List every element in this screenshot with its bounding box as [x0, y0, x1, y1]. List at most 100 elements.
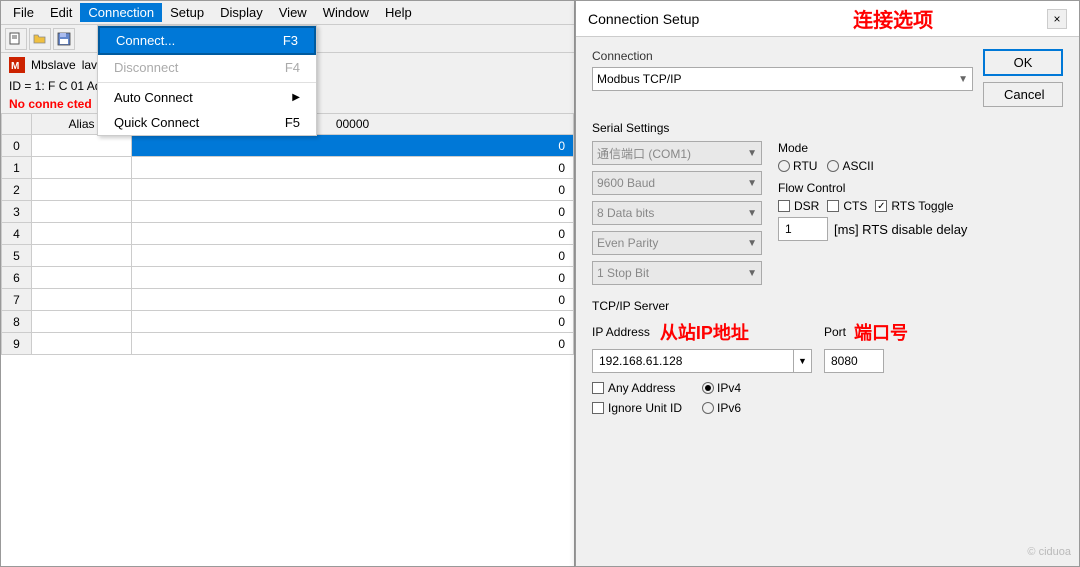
menu-quick-connect-item[interactable]: Quick Connect F5 [98, 110, 316, 135]
dsr-checkbox-item[interactable]: DSR [778, 199, 819, 213]
cts-checkbox-item[interactable]: CTS [827, 199, 867, 213]
menu-setup[interactable]: Setup [162, 3, 212, 22]
connection-section: Connection Modbus TCP/IP ▼ OK Cancel [592, 49, 1063, 107]
port-input[interactable] [824, 349, 884, 373]
table-row: 10 [2, 157, 574, 179]
ok-button[interactable]: OK [983, 49, 1063, 76]
toolbar-new[interactable] [5, 28, 27, 50]
any-address-checkbox[interactable] [592, 382, 604, 394]
annotation-ip: 从站IP地址 [660, 319, 749, 345]
data-table: Alias 00000 00102030405060708090 [1, 113, 574, 355]
value-cell[interactable]: 0 [132, 289, 574, 311]
ip-address-dropdown-btn[interactable]: ▼ [793, 350, 811, 372]
any-address-checkbox-item[interactable]: Any Address [592, 381, 682, 395]
window-app-icon: M [9, 57, 25, 73]
menu-display[interactable]: Display [212, 3, 271, 22]
alias-cell [32, 179, 132, 201]
row-number: 4 [2, 223, 32, 245]
ipv6-option[interactable]: IPv6 [702, 401, 741, 415]
ip-address-input[interactable] [593, 352, 793, 370]
data-table-container: Alias 00000 00102030405060708090 [1, 113, 574, 566]
menubar: File Edit Connection Setup Display View … [1, 1, 574, 25]
toolbar-save[interactable] [53, 28, 75, 50]
menu-connect-item[interactable]: Connect... F3 [98, 26, 316, 55]
serial-right-column: Mode RTU ASCII [778, 141, 1063, 285]
value-cell[interactable]: 0 [132, 311, 574, 333]
menu-window[interactable]: Window [315, 3, 377, 22]
menu-file[interactable]: File [5, 3, 42, 22]
table-row: 70 [2, 289, 574, 311]
row-number: 5 [2, 245, 32, 267]
parity-select[interactable]: Even Parity ▼ [592, 231, 762, 255]
menu-view[interactable]: View [271, 3, 315, 22]
port-group: Port 端口号 [824, 319, 908, 373]
ip-address-group: IP Address 从站IP地址 ▼ [592, 319, 812, 373]
value-cell[interactable]: 0 [132, 157, 574, 179]
app-window: File Edit Connection Setup Display View … [0, 0, 575, 567]
rts-checkbox-item[interactable]: RTS Toggle [875, 199, 953, 213]
dialog-close-button[interactable]: × [1047, 9, 1067, 29]
mode-rtu-option[interactable]: RTU [778, 159, 817, 173]
row-number: 1 [2, 157, 32, 179]
parity-arrow: ▼ [747, 238, 757, 249]
com-port-select[interactable]: 通信端口 (COM1) ▼ [592, 141, 762, 165]
baud-arrow: ▼ [747, 178, 757, 189]
cancel-button[interactable]: Cancel [983, 82, 1063, 107]
value-cell[interactable]: 0 [132, 135, 574, 157]
tcp-options-left: Any Address Ignore Unit ID [592, 381, 682, 415]
baud-select[interactable]: 9600 Baud ▼ [592, 171, 762, 195]
dsr-checkbox[interactable] [778, 200, 790, 212]
tcp-section-label: TCP/IP Server [592, 299, 1063, 313]
mode-radio-group: RTU ASCII [778, 159, 1063, 173]
table-row: 90 [2, 333, 574, 355]
tcp-options-right: IPv4 IPv6 [702, 381, 741, 415]
serial-settings-label: Serial Settings [592, 121, 1063, 135]
mode-ascii-radio[interactable] [827, 160, 839, 172]
tcp-section: TCP/IP Server IP Address 从站IP地址 ▼ [592, 299, 1063, 415]
table-row: 00 [2, 135, 574, 157]
mode-ascii-option[interactable]: ASCII [827, 159, 873, 173]
value-cell[interactable]: 0 [132, 333, 574, 355]
menu-edit[interactable]: Edit [42, 3, 80, 22]
alias-cell [32, 135, 132, 157]
dialog-title: Connection Setup [588, 11, 699, 27]
ignore-unit-checkbox-item[interactable]: Ignore Unit ID [592, 401, 682, 415]
menu-connection[interactable]: Connection [80, 3, 162, 22]
databits-arrow: ▼ [747, 208, 757, 219]
value-cell[interactable]: 0 [132, 245, 574, 267]
row-number: 8 [2, 311, 32, 333]
ipv4-radio[interactable] [702, 382, 714, 394]
cts-checkbox[interactable] [827, 200, 839, 212]
alias-cell [32, 201, 132, 223]
serial-grid: 通信端口 (COM1) ▼ 9600 Baud ▼ 8 Data bits ▼ [592, 141, 1063, 285]
flow-control-group: Flow Control DSR CTS [778, 181, 1063, 241]
table-row: 50 [2, 245, 574, 267]
alias-cell [32, 267, 132, 289]
databits-select[interactable]: 8 Data bits ▼ [592, 201, 762, 225]
ipv6-radio[interactable] [702, 402, 714, 414]
menu-separator [98, 82, 316, 83]
value-cell[interactable]: 0 [132, 223, 574, 245]
value-cell[interactable]: 0 [132, 179, 574, 201]
stopbit-select[interactable]: 1 Stop Bit ▼ [592, 261, 762, 285]
value-cell[interactable]: 0 [132, 267, 574, 289]
ip-address-label: IP Address [592, 325, 650, 339]
svg-text:M: M [11, 61, 19, 72]
menu-auto-connect-item[interactable]: Auto Connect [98, 85, 316, 110]
ipv4-option[interactable]: IPv4 [702, 381, 741, 395]
ip-address-input-wrapper[interactable]: ▼ [592, 349, 812, 373]
alias-cell [32, 333, 132, 355]
ignore-unit-checkbox[interactable] [592, 402, 604, 414]
flow-control-checkboxes: DSR CTS RTS Toggle [778, 199, 1063, 213]
rts-checkbox[interactable] [875, 200, 887, 212]
connection-select[interactable]: Modbus TCP/IP ▼ [592, 67, 973, 91]
row-number: 0 [2, 135, 32, 157]
menu-help[interactable]: Help [377, 3, 420, 22]
alias-cell [32, 311, 132, 333]
mode-rtu-radio[interactable] [778, 160, 790, 172]
dialog-body: Connection Modbus TCP/IP ▼ OK Cancel Ser… [576, 37, 1079, 566]
value-cell[interactable]: 0 [132, 201, 574, 223]
toolbar-open[interactable] [29, 28, 51, 50]
connection-left: Connection Modbus TCP/IP ▼ [592, 49, 973, 91]
rts-delay-input[interactable] [778, 217, 828, 241]
